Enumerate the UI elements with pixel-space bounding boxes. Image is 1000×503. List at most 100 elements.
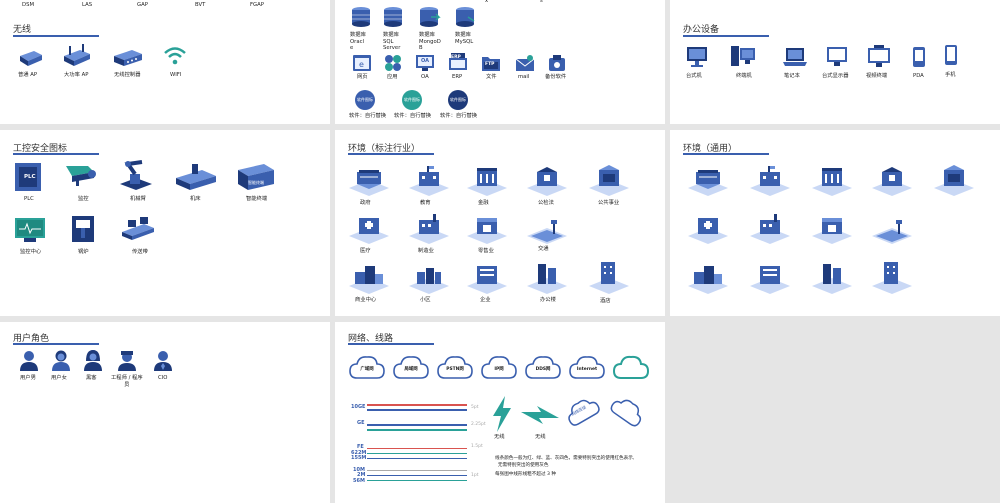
building-generic-court-icon[interactable]	[870, 162, 914, 202]
building-residential-icon[interactable]	[407, 260, 451, 300]
section-title-office: 办公设备	[683, 25, 720, 35]
building-generic-pub-icon[interactable]	[932, 162, 976, 202]
label-software-3: 软件：自行替换	[440, 113, 478, 119]
mail-icon[interactable]	[515, 54, 535, 72]
panel-wireless: DSM LAS GAP BVT FGAP 无线 普通 AP 大功率 AP 无线控…	[0, 0, 330, 124]
line-label-ge: GE	[357, 420, 365, 426]
application-icon[interactable]	[383, 54, 403, 72]
software-icon-2[interactable]: 软件图标	[402, 90, 422, 110]
robot-arm-icon[interactable]	[118, 160, 154, 192]
database-mongodb-icon[interactable]	[419, 6, 441, 28]
cio-icon[interactable]	[152, 349, 174, 371]
wireless-controller-icon[interactable]	[112, 46, 144, 68]
building-office-building-icon[interactable]	[525, 260, 569, 300]
building-generic-mall-icon[interactable]	[686, 260, 730, 300]
building-education-icon[interactable]	[407, 162, 451, 202]
smart-terminal-badge: 智能终端	[248, 180, 264, 185]
label-top-fragment: x	[485, 0, 489, 4]
pda-icon[interactable]	[912, 46, 926, 68]
label-application: 应用	[387, 74, 398, 80]
label-enterprise: 企业	[480, 297, 491, 303]
line-note-225pt: 2.25pt	[471, 422, 486, 427]
note-bullet-2: 每张图中线形线粗不超过 3 种	[495, 472, 556, 477]
oa-badge: OA	[421, 58, 429, 64]
desktop-icon[interactable]	[686, 46, 708, 68]
building-enterprise-icon[interactable]	[465, 260, 509, 300]
smart-terminal-icon[interactable]	[236, 162, 276, 192]
software-icon-3[interactable]: 软件图标	[448, 90, 468, 110]
label-residential: 小区	[420, 297, 431, 303]
network-cloud-icon-2[interactable]	[604, 390, 650, 434]
title-underline	[683, 153, 769, 155]
building-generic-ofc-icon[interactable]	[810, 260, 854, 300]
conveyor-belt-icon[interactable]	[120, 216, 156, 242]
building-commercial-center-icon[interactable]	[347, 260, 391, 300]
building-generic-shop-icon[interactable]	[810, 210, 854, 250]
building-generic-road-icon[interactable]	[870, 210, 914, 250]
building-generic-hosp-icon[interactable]	[686, 210, 730, 250]
boiler-icon[interactable]	[70, 214, 96, 244]
building-government-icon[interactable]	[347, 162, 391, 202]
building-law-enforcement-icon[interactable]	[525, 162, 569, 202]
webpage-icon[interactable]: e	[352, 54, 372, 72]
label-db-mysql: 数据库 MySQL	[455, 32, 474, 45]
database-sqlserver-icon[interactable]	[383, 6, 403, 28]
engineer-icon[interactable]	[116, 349, 138, 371]
hacker-icon[interactable]	[82, 349, 104, 371]
machine-tool-icon[interactable]	[174, 162, 218, 192]
user-female-icon[interactable]	[50, 349, 72, 371]
backup-software-icon[interactable]	[547, 54, 567, 72]
label-mail: mail	[518, 74, 530, 80]
user-male-icon[interactable]	[18, 349, 40, 371]
wifi-icon[interactable]	[163, 45, 187, 67]
building-finance-icon[interactable]	[465, 162, 509, 202]
terminal-icon[interactable]	[730, 44, 756, 68]
building-manufacturing-icon[interactable]	[407, 210, 451, 250]
building-generic-hotel-icon[interactable]	[870, 260, 914, 300]
label-db-mongodb: 数据库 MongoD B	[419, 32, 441, 51]
ftp-badge: FTP	[485, 62, 495, 67]
building-generic-fact-icon[interactable]	[748, 210, 792, 250]
label-wireless-controller: 无线控制器	[114, 72, 141, 78]
label-education: 教育	[420, 200, 431, 206]
database-mysql-icon[interactable]	[455, 6, 477, 28]
building-hospital-icon[interactable]	[347, 210, 391, 250]
laptop-icon[interactable]	[782, 46, 808, 68]
surveillance-camera-icon[interactable]	[64, 162, 100, 188]
panel-users: 用户角色 用户男 用户女 黑客 工程师 / 程序 员 CIO	[0, 322, 330, 503]
building-public-utility-icon[interactable]	[587, 162, 631, 202]
video-terminal-icon[interactable]	[866, 45, 894, 68]
building-generic-bank-icon[interactable]	[810, 162, 854, 202]
cloud-label-2: PSTN网	[446, 367, 464, 372]
building-hotel-icon[interactable]	[587, 260, 631, 300]
building-generic-corp-icon[interactable]	[748, 260, 792, 300]
label-high-power-ap: 大功率 AP	[64, 72, 89, 78]
label-top-fragment-2: s	[540, 0, 543, 4]
building-generic-edu-icon[interactable]	[748, 162, 792, 202]
label-webpage: 网页	[357, 74, 368, 80]
label-video-terminal: 视频终端	[866, 73, 888, 79]
building-traffic-icon[interactable]	[525, 210, 569, 250]
monitoring-center-icon[interactable]	[14, 216, 46, 244]
mobile-phone-icon[interactable]	[944, 44, 958, 66]
label-erp: ERP	[452, 74, 463, 80]
label-hacker: 黑客	[86, 375, 97, 381]
building-generic-gov-icon[interactable]	[686, 162, 730, 202]
line-56m	[367, 480, 467, 481]
monitor-icon[interactable]	[825, 46, 849, 68]
access-point-icon[interactable]	[18, 46, 44, 68]
panel-ics: 工控安全图标 PLC PLC 监控 机械臂 机床 智能终端 智能终端 监控中心 …	[0, 130, 330, 316]
cloud-plain-icon[interactable]	[612, 354, 650, 382]
line-ge	[367, 424, 467, 426]
high-power-ap-icon[interactable]	[62, 44, 92, 68]
wireless-link-horizontal-icon[interactable]	[521, 406, 559, 424]
cloud-label-3: IP网	[494, 367, 504, 372]
label-public-utility: 公共事业	[598, 200, 620, 206]
wireless-link-icon[interactable]	[491, 396, 513, 432]
database-oracle-icon[interactable]	[351, 6, 371, 28]
building-retail-icon[interactable]	[465, 210, 509, 250]
software-icon-1[interactable]: 软件图标	[355, 90, 375, 110]
label-pda: PDA	[913, 73, 924, 79]
line-note-15pt: 1.5pt	[471, 444, 483, 449]
line-2m	[367, 475, 467, 476]
